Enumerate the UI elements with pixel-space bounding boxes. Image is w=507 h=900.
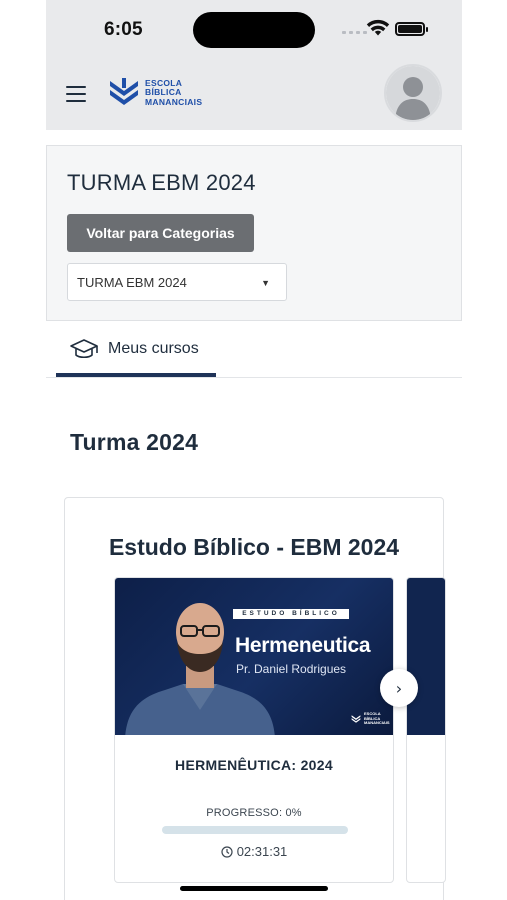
tab-meus-cursos[interactable]: Meus cursos — [56, 322, 216, 376]
tab-divider — [46, 377, 462, 378]
tab-label: Meus cursos — [108, 340, 199, 357]
signal-icon — [342, 31, 367, 34]
user-avatar-icon[interactable] — [384, 64, 442, 122]
logo-chevron-icon — [110, 78, 138, 105]
thumbnail-banner: ESTUDO BÍBLICO — [233, 609, 349, 619]
thumbnail-subtitle: Pr. Daniel Rodrigues — [236, 662, 347, 676]
course-thumbnail: ESTUDO BÍBLICO Hermeneutica Pr. Daniel R… — [115, 578, 393, 735]
logo-text: ESCOLA BÍBLICA MANANCIAIS — [145, 78, 203, 108]
chevron-right-icon[interactable]: › — [380, 669, 418, 707]
category-select-value: TURMA EBM 2024 — [77, 274, 187, 290]
hamburger-menu-icon[interactable] — [66, 86, 86, 102]
wifi-icon — [366, 19, 390, 36]
app-screen: 6:05 ESCOLA BÍBLICA MANANCIAIS TURMA EBM… — [46, 0, 462, 900]
status-time: 6:05 — [104, 19, 143, 40]
back-to-categories-button[interactable]: Voltar para Categorias — [67, 214, 254, 252]
chevron-down-icon: ▼ — [261, 278, 270, 288]
logo[interactable]: ESCOLA BÍBLICA MANANCIAIS — [108, 78, 202, 108]
category-panel: TURMA EBM 2024 Voltar para Categorias TU… — [46, 145, 462, 321]
avatar-silhouette-icon — [386, 66, 440, 120]
thumbnail-banner-text: ESTUDO BÍBLICO — [242, 610, 340, 617]
section-title: Turma 2024 — [70, 429, 199, 455]
progress-bar — [162, 826, 348, 834]
category-title: TURMA EBM 2024 — [67, 170, 256, 195]
course-item-name: HERMENÊUTICA: 2024 — [175, 757, 333, 773]
course-item-card[interactable]: ESTUDO BÍBLICO Hermeneutica Pr. Daniel R… — [114, 577, 394, 883]
dynamic-island — [193, 12, 315, 48]
home-indicator — [180, 886, 328, 891]
clock-icon — [221, 845, 233, 858]
duration-value: 02:31:31 — [236, 844, 288, 859]
logo-line-3: MANANCIAIS — [145, 96, 203, 107]
graduation-cap-icon — [70, 339, 98, 359]
next-course-card-peek[interactable] — [406, 577, 446, 883]
top-bar: 6:05 ESCOLA BÍBLICA MANANCIAIS — [46, 0, 462, 130]
duration: 02:31:31 — [115, 844, 393, 859]
battery-icon — [395, 22, 428, 36]
thumbnail-title: Hermeneutica — [235, 634, 371, 657]
thumbnail-logo: ESCOLA BÍBLICA MANANCIAIS — [351, 711, 390, 726]
thumbnail-logo-line-3: MANANCIAIS — [364, 720, 390, 725]
logo-chevron-icon — [351, 715, 361, 723]
progress-label: PROGRESSO: 0% — [206, 807, 302, 819]
course-title: Estudo Bíblico - EBM 2024 — [108, 534, 400, 560]
category-select[interactable]: TURMA EBM 2024 ▼ — [67, 263, 287, 301]
